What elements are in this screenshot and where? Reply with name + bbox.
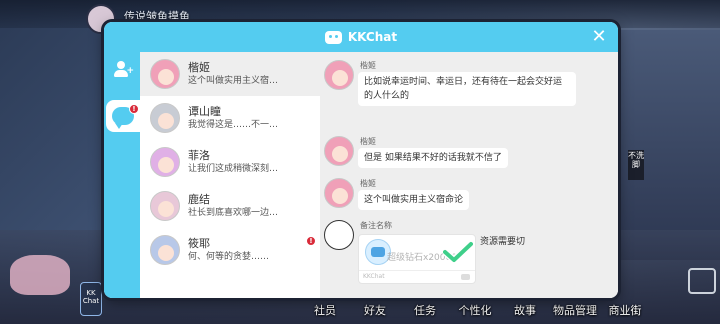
message-bubble: 这个叫做实用主义宿命论 <box>358 190 470 210</box>
message-sender: 楷姬 <box>360 137 376 146</box>
avatar <box>324 60 354 90</box>
resource-note: 资源需要切 <box>480 237 526 247</box>
chat-side-rail: + ! <box>104 52 140 298</box>
contact-name: 鹿结 <box>188 193 210 206</box>
message-sender: 楷姬 <box>360 61 376 70</box>
contact-item[interactable]: 菲洛 让我们这成稍微深刻… <box>140 140 320 184</box>
avatar <box>324 136 354 166</box>
gift-card[interactable]: 超级钻石x20000 KKChat <box>358 234 476 284</box>
contact-name: 筱耶 <box>188 237 210 250</box>
avatar <box>150 191 180 221</box>
avatar <box>150 235 180 265</box>
contact-name: 谭山瞳 <box>188 105 221 118</box>
rail-alert-badge: ! <box>129 104 139 114</box>
kkchat-logo-icon <box>324 30 342 44</box>
avatar <box>150 103 180 133</box>
unread-badge: ! <box>306 236 316 246</box>
add-contact-icon[interactable]: + <box>109 56 135 82</box>
contact-item[interactable]: 筱耶 何、何等的贪婪…… ! <box>140 228 320 272</box>
contact-item[interactable]: 楷姬 这个叫做实用主义宿… <box>140 52 320 96</box>
contact-preview: 我觉得这是……不一… <box>188 120 279 130</box>
dialog-header: KKChat ✕ <box>104 22 618 52</box>
nav-personalize[interactable]: 个性化 <box>450 302 500 324</box>
contact-name: 楷姬 <box>188 61 210 74</box>
close-icon[interactable]: ✕ <box>590 28 608 46</box>
nav-tasks[interactable]: 任务 <box>400 302 450 324</box>
contact-preview: 这个叫做实用主义宿… <box>188 76 279 86</box>
nav-story[interactable]: 故事 <box>500 302 550 324</box>
check-icon <box>443 241 473 263</box>
message-sender: 备注名称 <box>360 221 392 230</box>
menu-corner-icon[interactable] <box>688 268 716 294</box>
nav-members[interactable]: 社员 <box>300 302 350 324</box>
background-bunny-plush <box>10 255 70 295</box>
kkchat-dialog: KKChat ✕ + ! 楷姬 这个叫做实用主义宿… 谭山瞳 我觉得这是……不一… <box>104 22 618 298</box>
background-building <box>620 30 720 260</box>
avatar <box>150 147 180 177</box>
contact-name: 菲洛 <box>188 149 210 162</box>
gift-card-footer: KKChat <box>359 270 475 283</box>
avatar <box>324 178 354 208</box>
nav-friends[interactable]: 好友 <box>350 302 400 324</box>
contact-preview: 社长到底喜欢哪一边… <box>188 208 279 218</box>
chat-area[interactable]: 楷姬 比如说幸运时间、幸运日，还有待在一起会交好运的人什么的 楷姬 但是 如果结… <box>320 52 618 298</box>
gift-footer-label: KKChat <box>363 273 385 280</box>
nav-shopping-street[interactable]: 商业街 <box>600 302 650 324</box>
message-sender: 楷姬 <box>360 179 376 188</box>
dialog-title: KKChat <box>347 30 398 44</box>
contact-preview: 何、何等的贪婪…… <box>188 252 270 262</box>
message-bubble: 比如说幸运时间、幸运日，还有待在一起会交好运的人什么的 <box>358 72 576 106</box>
background-sign: 不洗脚 <box>628 150 644 180</box>
gift-footer-icon <box>461 274 470 280</box>
contact-item[interactable]: 鹿结 社长到底喜欢哪一边… <box>140 184 320 228</box>
message-bubble: 但是 如果结果不好的话我就不信了 <box>358 148 508 168</box>
contact-list: 楷姬 这个叫做实用主义宿… 谭山瞳 我觉得这是……不一… 菲洛 让我们这成稍微深… <box>140 52 320 298</box>
avatar <box>150 59 180 89</box>
kkchat-shortcut-icon[interactable]: KK Chat <box>80 282 102 316</box>
nav-item-management[interactable]: 物品管理 <box>550 302 600 324</box>
avatar <box>324 220 354 250</box>
contact-preview: 让我们这成稍微深刻… <box>188 164 279 174</box>
contact-item[interactable]: 谭山瞳 我觉得这是……不一… <box>140 96 320 140</box>
